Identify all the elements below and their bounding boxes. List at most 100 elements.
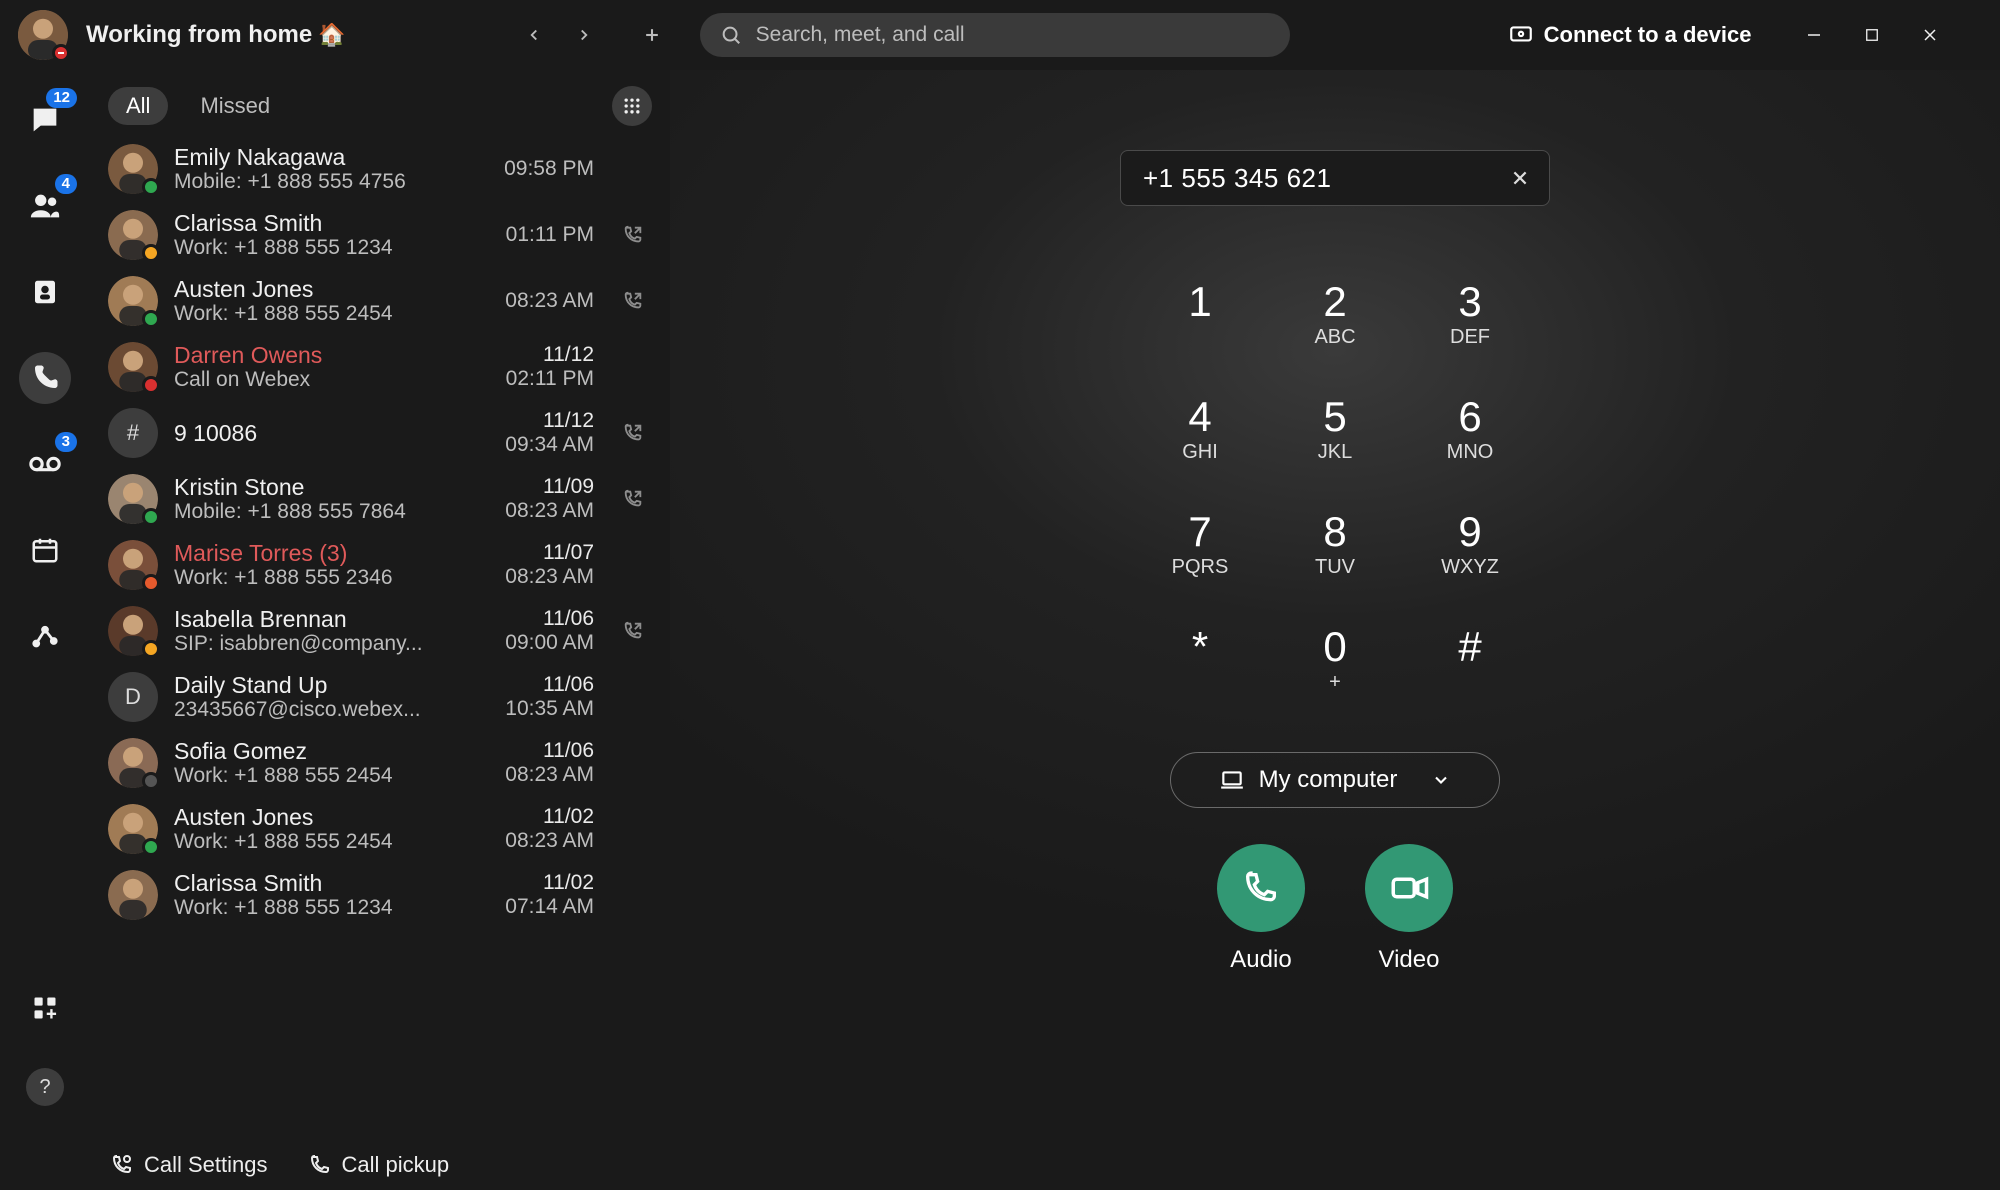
keypad-key-3[interactable]: 3DEF xyxy=(1403,256,1538,371)
call-item-date: 11/12 xyxy=(543,409,594,433)
contact-card-icon xyxy=(30,277,60,307)
key-letters: + xyxy=(1329,671,1341,693)
tab-all[interactable]: All xyxy=(108,87,168,125)
top-bar: Working from home🏠 Connect to a device xyxy=(0,0,2000,70)
call-history-item[interactable]: Isabella Brennan SIP: isabbren@company..… xyxy=(90,598,664,664)
key-number: 6 xyxy=(1458,395,1481,439)
presence-online-icon xyxy=(142,310,160,328)
dial-clear-button[interactable] xyxy=(1505,163,1535,193)
tab-missed[interactable]: Missed xyxy=(182,87,288,125)
outgoing-call-icon xyxy=(620,486,646,512)
call-history-item[interactable]: Austen Jones Work: +1 888 555 2454 08:23… xyxy=(90,268,664,334)
keypad-key-7[interactable]: 7PQRS xyxy=(1133,486,1268,601)
rail-meetings[interactable] xyxy=(19,524,71,576)
outgoing-call-icon xyxy=(620,288,646,314)
call-item-subtitle: Work: +1 888 555 2346 xyxy=(174,566,458,590)
call-history-item[interactable]: D Daily Stand Up 23435667@cisco.webex...… xyxy=(90,664,664,730)
audio-call-button[interactable] xyxy=(1217,844,1305,932)
call-history-item[interactable]: # 9 10086 11/12 09:34 AM xyxy=(90,400,664,466)
key-number: 7 xyxy=(1188,510,1211,554)
rail-messaging[interactable]: 12 xyxy=(19,94,71,146)
new-button[interactable] xyxy=(632,15,672,55)
audio-call-label: Audio xyxy=(1230,946,1291,974)
back-button[interactable] xyxy=(514,15,554,55)
call-item-subtitle: Work: +1 888 555 2454 xyxy=(174,830,458,854)
rail-voicemail[interactable]: 3 xyxy=(19,438,71,490)
call-item-name: Marise Torres (3) xyxy=(174,540,458,566)
keypad-key-2[interactable]: 2ABC xyxy=(1268,256,1403,371)
key-letters: WXYZ xyxy=(1441,556,1499,578)
history-footer: Call Settings Call pickup xyxy=(90,1140,670,1190)
call-history-item[interactable]: Kristin Stone Mobile: +1 888 555 7864 11… xyxy=(90,466,664,532)
call-history-item[interactable]: Clarissa Smith Work: +1 888 555 1234 01:… xyxy=(90,202,664,268)
call-history-item[interactable]: Sofia Gomez Work: +1 888 555 2454 11/06 … xyxy=(90,730,664,796)
keypad-key-*[interactable]: * xyxy=(1133,601,1268,716)
call-history-item[interactable]: Clarissa Smith Work: +1 888 555 1234 11/… xyxy=(90,862,664,928)
keypad-key-1[interactable]: 1 xyxy=(1133,256,1268,371)
dialpad-grid-button[interactable] xyxy=(612,86,652,126)
call-history-list[interactable]: Emily Nakagawa Mobile: +1 888 555 4756 0… xyxy=(90,136,670,1140)
call-settings-button[interactable]: Call Settings xyxy=(110,1152,268,1178)
connect-device-button[interactable]: Connect to a device xyxy=(1508,22,1752,48)
window-close-button[interactable] xyxy=(1915,20,1945,50)
call-item-name: 9 10086 xyxy=(174,420,458,446)
rail-contacts[interactable] xyxy=(19,266,71,318)
phone-icon xyxy=(1241,868,1281,908)
window-maximize-button[interactable] xyxy=(1857,20,1887,50)
presence-online-icon xyxy=(142,838,160,856)
status-text[interactable]: Working from home🏠 xyxy=(86,21,346,49)
call-item-name: Isabella Brennan xyxy=(174,606,458,632)
left-rail: 12 4 3 xyxy=(0,70,90,1190)
keypad-key-8[interactable]: 8TUV xyxy=(1268,486,1403,601)
key-letters: JKL xyxy=(1318,441,1352,463)
key-letters: PQRS xyxy=(1172,556,1229,578)
call-item-name: Darren Owens xyxy=(174,342,458,368)
dial-number-field[interactable] xyxy=(1120,150,1550,206)
forward-button[interactable] xyxy=(564,15,604,55)
rail-analytics[interactable] xyxy=(19,610,71,662)
call-item-time: 08:23 AM xyxy=(505,289,594,313)
keypad-key-6[interactable]: 6MNO xyxy=(1403,371,1538,486)
key-number: 0 xyxy=(1323,625,1346,669)
key-number: * xyxy=(1192,625,1208,669)
phone-pickup-icon xyxy=(308,1153,332,1177)
call-history-item[interactable]: Emily Nakagawa Mobile: +1 888 555 4756 0… xyxy=(90,136,664,202)
call-item-name: Austen Jones xyxy=(174,804,458,830)
call-history-item[interactable]: Marise Torres (3) Work: +1 888 555 2346 … xyxy=(90,532,664,598)
key-letters: DEF xyxy=(1450,326,1490,348)
dial-number-input[interactable] xyxy=(1141,162,1495,195)
people-icon xyxy=(28,189,62,223)
keypad-key-5[interactable]: 5JKL xyxy=(1268,371,1403,486)
call-item-time: 01:11 PM xyxy=(506,223,594,247)
rail-teams[interactable]: 4 xyxy=(19,180,71,232)
self-avatar[interactable] xyxy=(18,10,68,60)
key-number: 1 xyxy=(1188,280,1211,324)
call-item-name: Clarissa Smith xyxy=(174,210,458,236)
call-history-item[interactable]: Darren Owens Call on Webex 11/12 02:11 P… xyxy=(90,334,664,400)
call-item-date: 11/06 xyxy=(543,607,594,631)
window-minimize-button[interactable] xyxy=(1799,20,1829,50)
apps-grid-icon xyxy=(31,994,59,1022)
call-history-item[interactable]: Austen Jones Work: +1 888 555 2454 11/02… xyxy=(90,796,664,862)
rail-calling[interactable] xyxy=(19,352,71,404)
presence-online-icon xyxy=(142,178,160,196)
device-selector[interactable]: My computer xyxy=(1170,752,1500,808)
video-call-button[interactable] xyxy=(1365,844,1453,932)
keypad-key-#[interactable]: # xyxy=(1403,601,1538,716)
call-item-subtitle: Mobile: +1 888 555 7864 xyxy=(174,500,458,524)
presence-unknown-icon xyxy=(142,772,160,790)
search-bar[interactable] xyxy=(700,13,1290,57)
key-letters: TUV xyxy=(1315,556,1355,578)
call-pickup-button[interactable]: Call pickup xyxy=(308,1152,450,1178)
rail-apps[interactable] xyxy=(19,982,71,1034)
key-number: 5 xyxy=(1323,395,1346,439)
search-input[interactable] xyxy=(754,22,1270,48)
call-history-panel: All Missed Emily Nakagawa Mobile: +1 888… xyxy=(90,70,670,1190)
keypad-key-4[interactable]: 4GHI xyxy=(1133,371,1268,486)
call-item-time: 02:11 PM xyxy=(506,367,594,391)
keypad-key-0[interactable]: 0+ xyxy=(1268,601,1403,716)
call-item-date: 11/07 xyxy=(543,541,594,565)
keypad-key-9[interactable]: 9WXYZ xyxy=(1403,486,1538,601)
voicemail-badge: 3 xyxy=(55,432,77,452)
rail-help[interactable]: ? xyxy=(26,1068,64,1106)
